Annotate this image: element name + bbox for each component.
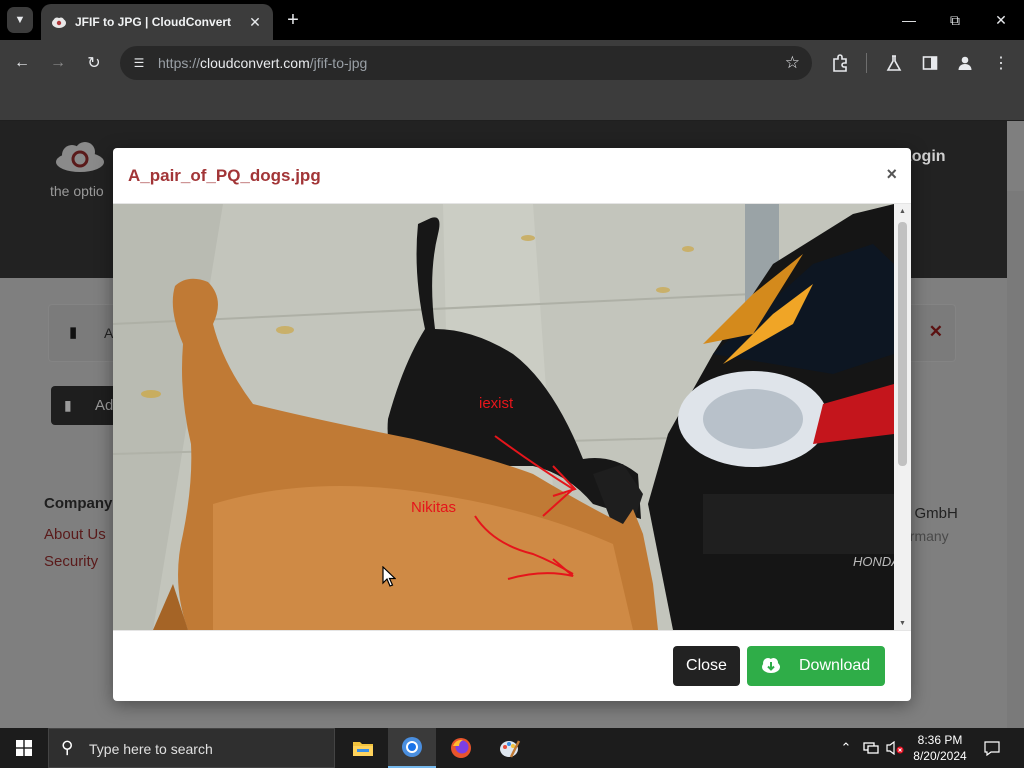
network-icon[interactable]	[860, 728, 882, 768]
cloudconvert-logo-icon[interactable]	[54, 141, 106, 173]
scroll-down-arrow-icon[interactable]: ▼	[894, 620, 911, 627]
file-preview-modal: A_pair_of_PQ_dogs.jpg × HOND iexist Niki…	[113, 148, 911, 701]
search-icon: ⚲	[61, 738, 74, 757]
browser-toolbar: ← → ↻ ☰ https://cloudconvert.com/jfif-to…	[0, 40, 1024, 86]
annotation-iexist: iexist	[479, 395, 514, 412]
url-text[interactable]: https://cloudconvert.com/jfif-to-jpg	[158, 55, 367, 71]
preview-scrollbar-thumb[interactable]	[898, 222, 907, 466]
file-icon: ▮	[69, 324, 78, 341]
chevron-down-icon: ▼	[14, 14, 26, 26]
header-tagline: the optio	[50, 183, 104, 199]
menu-kebab-icon[interactable]: ⋮	[988, 50, 1014, 76]
volume-muted-icon[interactable]	[884, 728, 906, 768]
modal-title: A_pair_of_PQ_dogs.jpg	[128, 166, 321, 185]
tab-close-icon[interactable]: ✕	[247, 14, 263, 31]
taskbar-clock[interactable]: 8:36 PM 8/20/2024	[906, 732, 974, 764]
labs-flask-icon[interactable]	[881, 50, 907, 76]
profile-icon[interactable]	[952, 50, 978, 76]
firefox-icon[interactable]	[437, 728, 485, 768]
tab-cloudconvert[interactable]: JFIF to JPG | CloudConvert ✕	[41, 4, 273, 40]
forward-arrow-icon[interactable]: →	[45, 50, 71, 76]
taskbar-search-box[interactable]: ⚲ Type here to search	[48, 728, 335, 768]
download-button[interactable]: Download	[747, 646, 885, 686]
extensions-puzzle-icon[interactable]	[827, 50, 853, 76]
modal-close-icon[interactable]: ×	[886, 164, 897, 185]
tab-title: JFIF to JPG | CloudConvert	[75, 15, 232, 29]
clock-date: 8/20/2024	[913, 749, 967, 763]
image-preview: HONDA iexist Nikitas ▲ ▼	[113, 204, 911, 630]
reload-icon[interactable]: ↻	[81, 50, 107, 76]
annotation-nikitas: Nikitas	[411, 499, 456, 516]
toolbar-separator	[866, 53, 867, 73]
remove-file-icon[interactable]: ✕	[929, 322, 943, 342]
side-panel-icon[interactable]	[917, 50, 943, 76]
bookmark-star-icon[interactable]: ☆	[785, 53, 800, 73]
preview-photo: HONDA iexist Nikitas	[113, 204, 894, 630]
add-files-label: Ad	[95, 397, 114, 414]
clock-time: 8:36 PM	[917, 733, 963, 747]
bookmark-bar	[0, 86, 1024, 121]
close-button[interactable]: Close	[673, 646, 740, 686]
close-window-icon[interactable]: ✕	[978, 0, 1024, 40]
address-bar[interactable]: ☰ https://cloudconvert.com/jfif-to-jpg ☆	[120, 46, 812, 80]
chrome-icon[interactable]	[388, 728, 436, 768]
modal-footer-divider	[113, 630, 911, 631]
tab-strip: ▼ JFIF to JPG | CloudConvert ✕ + — ⧉ ✕	[0, 0, 1024, 40]
restore-window-icon[interactable]: ⧉	[932, 0, 978, 40]
cloudconvert-favicon-icon	[52, 17, 66, 28]
notifications-icon[interactable]	[980, 728, 1004, 768]
back-arrow-icon[interactable]: ←	[9, 50, 35, 76]
preview-scrollbar[interactable]: ▲ ▼	[894, 204, 911, 630]
file-plus-icon: ▮	[64, 397, 72, 413]
scroll-up-arrow-icon[interactable]: ▲	[894, 208, 911, 215]
cloud-download-icon	[762, 658, 780, 673]
windows-taskbar: ⚲ Type here to search ⌃ 8:36 PM 8/20/202…	[0, 728, 1024, 768]
svg-text:HONDA: HONDA	[853, 554, 894, 569]
footer-link-about-us[interactable]: About Us	[44, 526, 106, 543]
site-settings-icon[interactable]: ☰	[130, 54, 148, 72]
file-name[interactable]: A	[104, 325, 113, 341]
taskbar-search-placeholder: Type here to search	[89, 741, 213, 757]
new-tab-button[interactable]: +	[281, 8, 305, 32]
download-label: Download	[799, 657, 871, 674]
paint-icon[interactable]	[486, 728, 534, 768]
file-explorer-icon[interactable]	[339, 728, 387, 768]
tab-search-button[interactable]: ▼	[7, 7, 33, 33]
show-hidden-icons-chevron-up-icon[interactable]: ⌃	[836, 728, 856, 768]
footer-link-security[interactable]: Security	[44, 553, 98, 570]
page-scrollbar[interactable]	[1007, 191, 1024, 728]
mouse-cursor-icon	[382, 566, 396, 587]
minimize-window-icon[interactable]: —	[886, 0, 932, 40]
windows-start-icon[interactable]	[0, 728, 48, 768]
footer-heading-company: Company	[44, 495, 113, 512]
